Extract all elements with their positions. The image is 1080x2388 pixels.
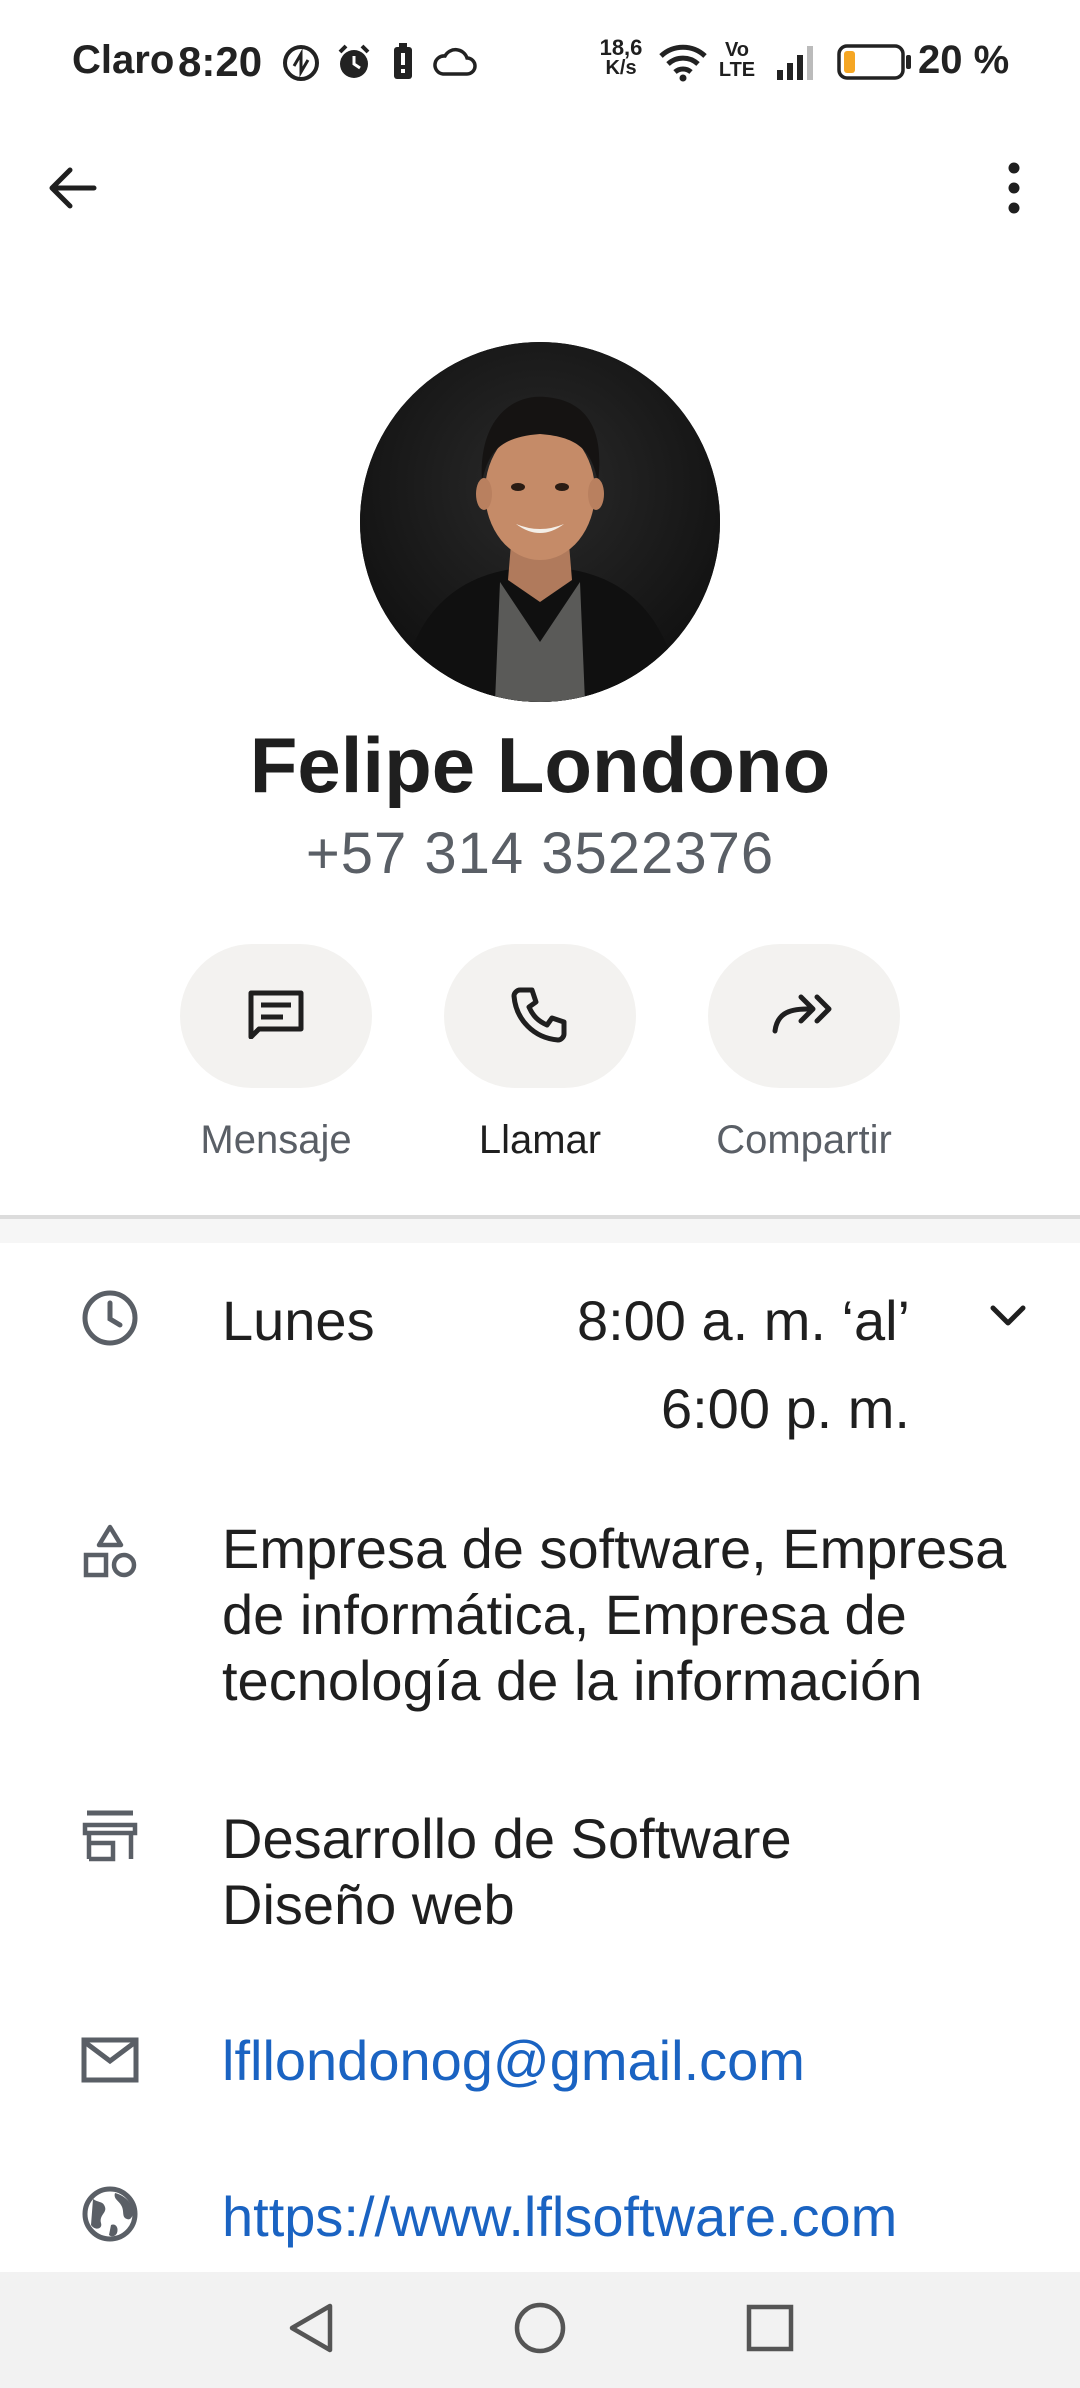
cloud-icon: [430, 42, 478, 82]
wifi-icon: [658, 40, 708, 84]
category-icon: [80, 1522, 140, 1582]
hours-time-open[interactable]: 8:00 a. m. ‘al’: [520, 1288, 910, 1354]
message-icon: [245, 989, 307, 1044]
clock-icon: [80, 1288, 140, 1348]
clock-time: 8:20: [178, 38, 263, 85]
carrier-label: Claro: [72, 38, 175, 82]
contact-name: Felipe Londono: [249, 721, 831, 809]
volte-bottom: LTE: [718, 59, 756, 81]
recents-square-icon: [744, 2302, 796, 2359]
call-label[interactable]: Llamar: [420, 1118, 660, 1163]
chevron-down-icon: [989, 1304, 1027, 1333]
hours-time-close[interactable]: 6:00 p. m.: [520, 1376, 910, 1442]
services-text: Desarrollo de Software Diseño web: [222, 1806, 792, 1938]
phone-icon: [510, 984, 570, 1049]
website-link[interactable]: https://www.lflsoftware.com: [222, 2184, 897, 2250]
message-button[interactable]: [180, 944, 372, 1088]
expand-hours-button[interactable]: [980, 1290, 1036, 1346]
nav-home-button[interactable]: [500, 2298, 580, 2362]
mail-icon: [80, 2030, 140, 2090]
data-saver-icon: [280, 42, 322, 84]
categories-text: Empresa de software, Empresa de informát…: [222, 1516, 1006, 1714]
home-circle-icon: [512, 2300, 568, 2361]
volte-top: Vo: [724, 39, 750, 61]
signal-icon: [772, 40, 822, 84]
share-icon: [771, 991, 837, 1042]
net-speed: 18,6 K/s: [596, 35, 646, 79]
hours-day[interactable]: Lunes: [222, 1288, 375, 1354]
more-options-button[interactable]: [974, 150, 1054, 230]
share-label[interactable]: Compartir: [684, 1118, 924, 1163]
battery-percent: 20 %: [918, 38, 1010, 82]
store-icon: [80, 1806, 140, 1866]
net-speed-unit: K/s: [605, 57, 637, 79]
more-vert-icon: [1006, 162, 1022, 219]
email-link[interactable]: lfllondonog@gmail.com: [222, 2028, 805, 2094]
contact-avatar[interactable]: [360, 342, 720, 702]
contact-phone: +57 314 3522376: [305, 821, 775, 886]
call-button[interactable]: [444, 944, 636, 1088]
nav-back-button[interactable]: [270, 2298, 350, 2362]
net-speed-value: 18,6: [599, 35, 643, 60]
message-label[interactable]: Mensaje: [156, 1118, 396, 1163]
arrow-left-icon: [46, 162, 98, 219]
section-gap: [0, 1219, 1080, 1243]
volte-badge: Vo LTE: [716, 40, 758, 80]
battery-saver-icon: [388, 40, 418, 84]
share-button[interactable]: [708, 944, 900, 1088]
battery-icon: [836, 42, 914, 82]
nav-recents-button[interactable]: [730, 2298, 810, 2362]
categories-line-1: Empresa de software, Empresa: [222, 1517, 1007, 1580]
categories-line-3: tecnología de la información: [222, 1649, 923, 1712]
services-line-1: Desarrollo de Software: [222, 1807, 792, 1870]
navigation-bar: [0, 2272, 1080, 2388]
categories-line-2: de informática, Empresa de: [222, 1583, 907, 1646]
back-triangle-icon: [284, 2300, 336, 2361]
services-line-2: Diseño web: [222, 1873, 515, 1936]
avatar-photo: [360, 342, 720, 702]
alarm-icon: [332, 40, 376, 84]
globe-icon: [80, 2184, 140, 2244]
back-button[interactable]: [32, 150, 112, 230]
status-bar: Claro 8:20 18,6 K/s Vo LTE 20 %: [0, 0, 1080, 125]
